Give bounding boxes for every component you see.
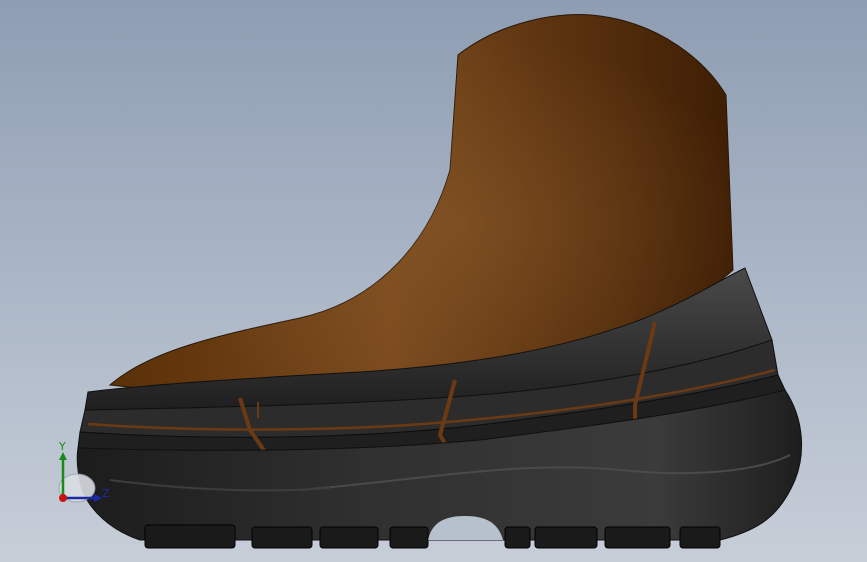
triad-y-label: Y — [59, 440, 66, 453]
graphics-viewport[interactable]: Y Z — [0, 0, 867, 562]
coordinate-triad-icon: Y Z — [52, 440, 122, 510]
triad-z-label: Z — [102, 487, 110, 500]
boot-3d-model[interactable] — [0, 0, 867, 562]
